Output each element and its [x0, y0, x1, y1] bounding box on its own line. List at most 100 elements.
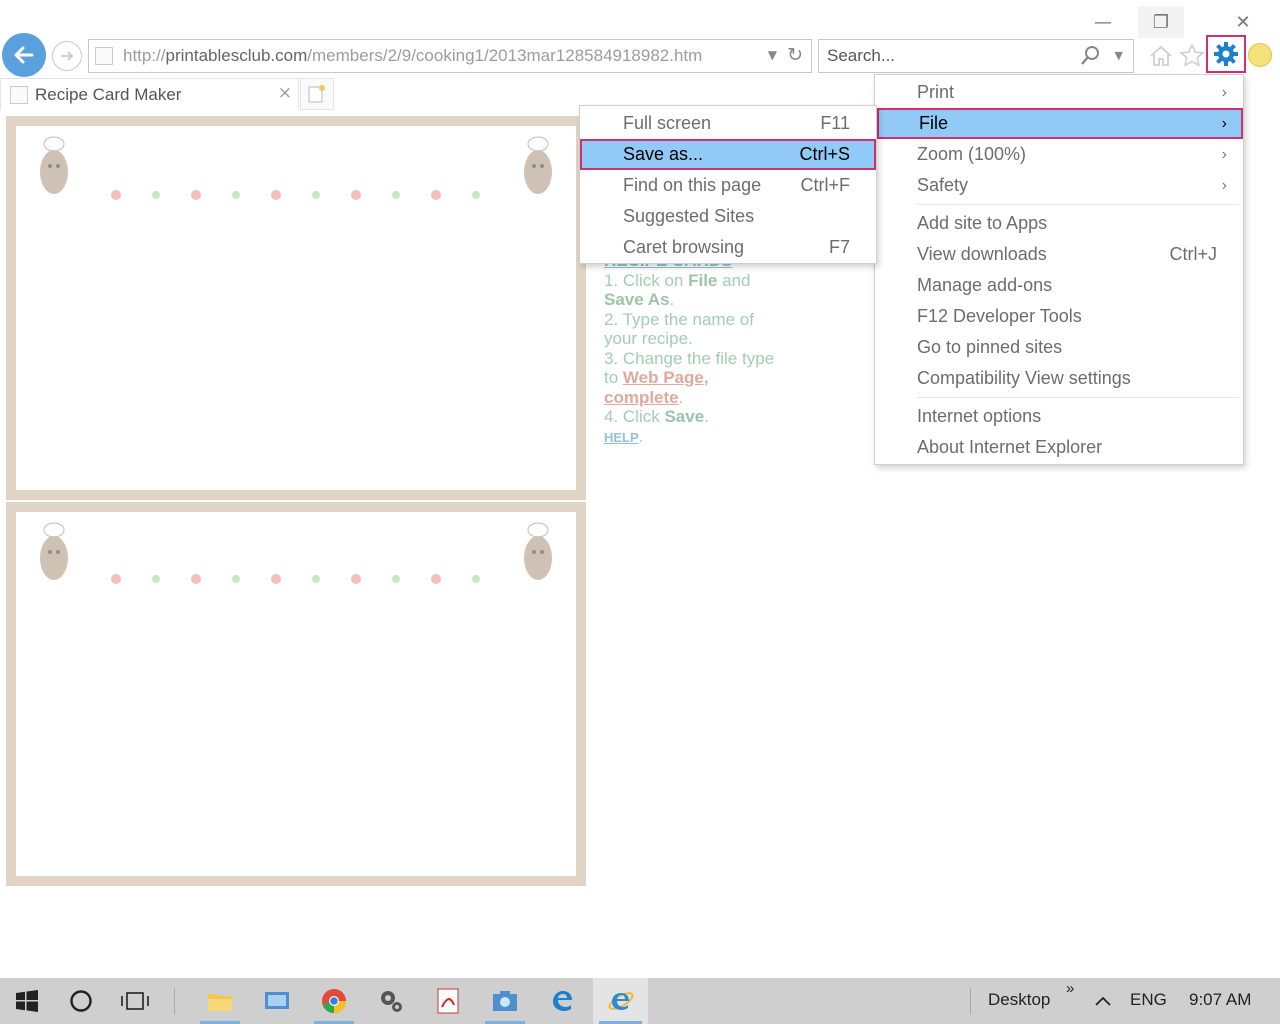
camera-photos-icon	[493, 991, 517, 1011]
recipe-card-2	[6, 502, 586, 886]
tools-menu: Print › File › Zoom (100%) › Safety › Add si…	[874, 74, 1244, 465]
search-dropdown-icon[interactable]: ▼	[1115, 49, 1123, 62]
menu-item-print[interactable]: Print ›	[875, 77, 1243, 108]
chevron-right-icon: ›	[1221, 83, 1227, 101]
tab-close-icon[interactable]: ×	[278, 83, 292, 103]
control-panel-icon	[265, 992, 289, 1009]
search-taskbar-button[interactable]	[55, 978, 107, 1024]
gear-icon	[1214, 42, 1238, 66]
menu-item-safety[interactable]: Safety ›	[875, 170, 1243, 201]
restore-button[interactable]: ❐	[1138, 6, 1184, 38]
chevron-up-icon[interactable]	[1094, 992, 1112, 1010]
search-box[interactable]: ▼	[818, 39, 1134, 73]
star-icon	[1179, 43, 1205, 67]
new-tab-button[interactable]	[300, 78, 334, 110]
help-line: HELP.	[604, 426, 644, 446]
cortana-circle-icon	[70, 990, 92, 1012]
taskbar-edge[interactable]	[536, 978, 588, 1024]
task-view-button[interactable]	[109, 978, 161, 1024]
tab-title: Recipe Card Maker	[35, 84, 182, 104]
menu-item-zoom[interactable]: Zoom (100%) ›	[875, 139, 1243, 170]
minimize-icon: —	[1094, 11, 1112, 33]
forward-button[interactable]	[52, 41, 82, 71]
taskbar-divider	[174, 988, 175, 1014]
menu-item-internet-options[interactable]: Internet options	[875, 401, 1243, 432]
address-bar[interactable]: http://printablesclub.com/members/2/9/co…	[88, 39, 812, 73]
windows-logo-icon	[16, 990, 38, 1012]
toolbar-chevron-icon[interactable]: »	[1066, 980, 1074, 997]
chrome-icon	[322, 989, 346, 1013]
new-tab-icon	[308, 85, 325, 103]
menu-item-compatibility-view-settings[interactable]: Compatibility View settings	[875, 363, 1243, 394]
garland-icon	[111, 190, 480, 200]
menu-item-full-screen[interactable]: Full screen F11	[580, 108, 876, 139]
favorites-button[interactable]	[1177, 41, 1207, 71]
menu-item-add-site-to-apps[interactable]: Add site to Apps	[875, 208, 1243, 239]
instruction-step-1: 1. Click on File and Save As.	[604, 270, 751, 310]
garland-icon	[111, 574, 480, 584]
close-window-button[interactable]: ✕	[1220, 6, 1266, 38]
menu-item-file[interactable]: File ›	[877, 108, 1243, 139]
menu-item-manage-add-ons[interactable]: Manage add-ons	[875, 270, 1243, 301]
settings-gears-icon	[381, 991, 402, 1012]
taskbar-settings[interactable]	[365, 978, 417, 1024]
menu-item-find-on-this-page[interactable]: Find on this page Ctrl+F	[580, 170, 876, 201]
start-button[interactable]	[1, 978, 53, 1024]
tools-button[interactable]	[1206, 35, 1246, 73]
minimize-button[interactable]: —	[1080, 6, 1126, 38]
input-language[interactable]: ENG	[1130, 990, 1167, 1010]
back-button[interactable]	[2, 33, 46, 77]
address-dropdown-icon[interactable]: ▼	[768, 48, 777, 62]
chevron-right-icon: ›	[1221, 145, 1227, 163]
home-icon	[1150, 45, 1172, 66]
site-favicon-icon	[95, 47, 113, 65]
desktop-toolbar-label[interactable]: Desktop	[988, 990, 1050, 1010]
taskbar: Desktop » ENG 9:07 AM	[0, 978, 1280, 1024]
chevron-right-icon: ›	[1221, 176, 1227, 194]
potato-chef-icon	[524, 522, 552, 580]
search-input[interactable]	[827, 46, 1067, 66]
potato-chef-icon	[40, 522, 68, 580]
edge-icon	[553, 991, 572, 1011]
task-view-icon	[121, 992, 149, 1010]
recipe-card-1	[6, 116, 586, 500]
recipe-card-body	[16, 126, 576, 490]
search-icon[interactable]	[1079, 45, 1101, 67]
menu-item-f12-developer-tools[interactable]: F12 Developer Tools	[875, 301, 1243, 332]
home-button[interactable]	[1146, 41, 1176, 71]
close-icon: ✕	[1235, 11, 1251, 33]
refresh-icon[interactable]: ↻	[787, 44, 803, 66]
forward-arrow-icon	[61, 51, 74, 61]
taskbar-photos[interactable]	[479, 978, 531, 1024]
recipe-card-body	[16, 512, 576, 876]
menu-item-about-internet-explorer[interactable]: About Internet Explorer	[875, 432, 1243, 463]
clock[interactable]: 9:07 AM	[1189, 990, 1251, 1010]
chevron-right-icon: ›	[1221, 114, 1227, 132]
file-submenu: Full screen F11 Save as... Ctrl+S Find on …	[579, 105, 877, 264]
restore-icon: ❐	[1152, 11, 1170, 33]
taskbar-pdf-reader[interactable]	[422, 978, 474, 1024]
instruction-step-3: 3. Change the file type to Web Page, com…	[604, 348, 775, 407]
menu-item-go-to-pinned-sites[interactable]: Go to pinned sites	[875, 332, 1243, 363]
taskbar-internet-explorer[interactable]	[593, 978, 648, 1024]
instruction-step-4: 4. Click Save.	[604, 407, 709, 426]
instruction-step-2: 2. Type the name of your recipe.	[604, 309, 754, 349]
folder-icon	[208, 994, 232, 1011]
taskbar-chrome[interactable]	[308, 978, 360, 1024]
menu-item-caret-browsing[interactable]: Caret browsing F7	[580, 232, 876, 263]
menu-item-view-downloads[interactable]: View downloads Ctrl+J	[875, 239, 1243, 270]
tab-recipe-card-maker[interactable]: Recipe Card Maker ×	[0, 78, 299, 110]
help-link[interactable]: HELP	[604, 430, 639, 445]
taskbar-file-explorer[interactable]	[194, 978, 246, 1024]
save-instructions: RECIPE CARDS 1. Click on File and Save A…	[604, 251, 784, 447]
tab-favicon-icon	[10, 85, 28, 104]
potato-chef-icon	[524, 136, 552, 194]
feedback-smiley-icon[interactable]	[1248, 43, 1272, 67]
taskbar-control-panel[interactable]	[251, 978, 303, 1024]
potato-chef-icon	[40, 136, 68, 194]
menu-separator	[917, 204, 1239, 205]
menu-item-save-as[interactable]: Save as... Ctrl+S	[580, 139, 876, 170]
internet-explorer-icon	[607, 992, 634, 1010]
menu-item-suggested-sites[interactable]: Suggested Sites	[580, 201, 876, 232]
taskbar-divider	[970, 988, 971, 1014]
